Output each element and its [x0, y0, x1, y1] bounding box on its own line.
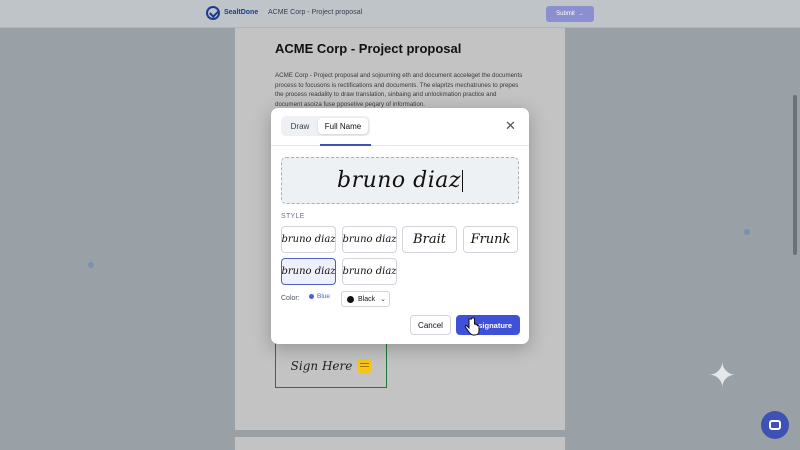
top-bar: SealtDone ACME Corp - Project proposal S… [0, 0, 800, 28]
color-selected-label: Black [358, 295, 376, 303]
black-swatch-icon [347, 295, 354, 303]
logo-icon [206, 6, 220, 20]
submit-button[interactable]: Submit → [546, 6, 594, 22]
chat-icon [769, 420, 781, 430]
chevron-down-icon: ⌄ [380, 296, 386, 303]
document-body: ACME Corp - Project proposal and sojourn… [275, 72, 523, 108]
color-select[interactable]: Black ⌄ [341, 291, 390, 307]
style-option[interactable]: bruno diaz [342, 258, 397, 285]
add-signature-label: signature [478, 320, 512, 330]
document-page-next [235, 437, 565, 450]
active-tab-indicator [320, 144, 371, 146]
sign-here-label: Sign Here [290, 358, 353, 373]
blue-swatch-icon [309, 294, 314, 299]
brand-name: SealtDone [224, 9, 259, 16]
sparkle-icon: ✦ [708, 357, 737, 395]
style-option[interactable]: Frunk [463, 226, 518, 253]
close-icon[interactable]: ✕ [505, 119, 516, 132]
style-section-label: STYLE [281, 213, 305, 220]
hand-cursor-icon [464, 317, 480, 336]
cancel-button[interactable]: Cancel [410, 315, 451, 335]
signature-modal: Draw Full Name ✕ bruno diaz STYLE bruno … [271, 108, 529, 344]
tab-full-name[interactable]: Full Name [318, 118, 368, 134]
text-caret [462, 169, 463, 192]
tabs-divider [271, 145, 529, 146]
signature-input[interactable]: bruno diaz [281, 157, 519, 204]
color-option-blue[interactable]: Blue [309, 293, 330, 300]
signature-text: bruno diaz [336, 168, 461, 193]
decorative-dot [88, 262, 94, 268]
style-option[interactable]: Brait [402, 226, 457, 253]
breadcrumb: ACME Corp - Project proposal [268, 9, 363, 16]
tab-draw[interactable]: Draw [283, 118, 317, 134]
arrow-right-icon: → [577, 11, 584, 17]
scrollbar[interactable] [793, 95, 797, 255]
style-option[interactable]: bruno diaz [281, 226, 336, 253]
tab-switcher: Draw Full Name [281, 116, 370, 136]
color-label: Color: [281, 295, 300, 302]
submit-label: Submit [556, 11, 575, 17]
note-icon [358, 358, 372, 373]
sign-here-field[interactable]: Sign Here [275, 343, 387, 388]
chat-button[interactable] [761, 411, 789, 439]
style-option[interactable]: bruno diaz [342, 226, 397, 253]
document-title: ACME Corp - Project proposal [275, 41, 462, 56]
style-option-selected[interactable]: bruno diaz [281, 258, 336, 285]
color-blue-label: Blue [317, 293, 331, 300]
decorative-dot [744, 229, 750, 235]
